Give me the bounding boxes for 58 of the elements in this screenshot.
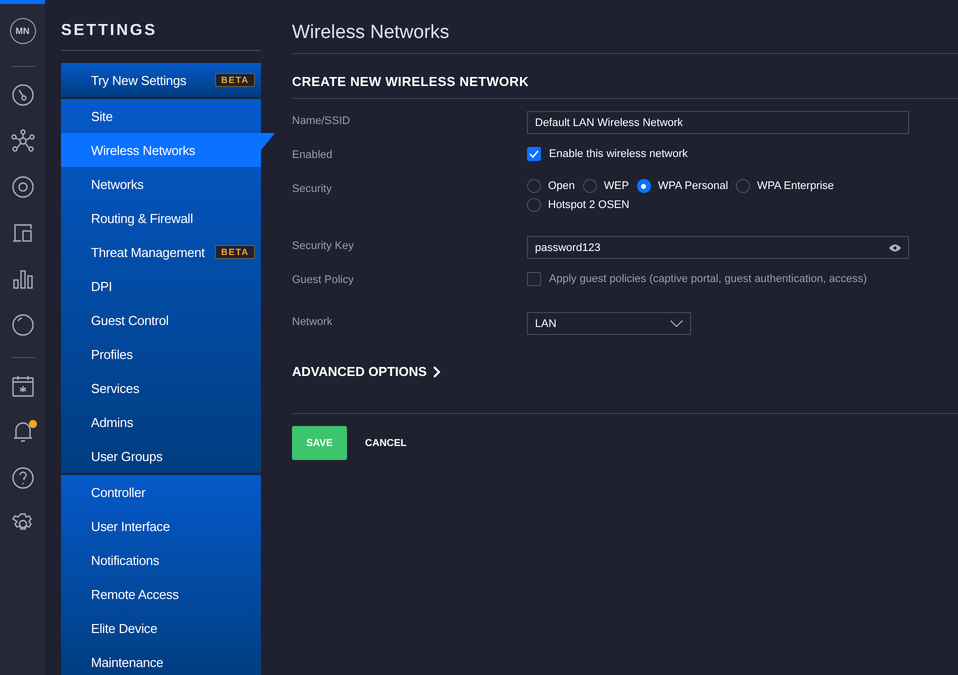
menu-item[interactable]: User Groups: [61, 439, 261, 473]
help-icon[interactable]: [10, 466, 34, 490]
radio-label: WEP: [604, 180, 629, 192]
field-label: Security Key: [292, 239, 355, 252]
radio-button[interactable]: [527, 198, 541, 212]
radio-label: Open: [548, 180, 575, 192]
menu-item[interactable]: Notifications: [61, 543, 261, 577]
menu-item[interactable]: Threat Management BETA: [61, 235, 261, 269]
menu-item[interactable]: Services: [61, 371, 261, 405]
menu-item[interactable]: Controller: [61, 475, 261, 509]
network-select[interactable]: LAN: [527, 312, 691, 335]
menu-item[interactable]: DPI: [61, 269, 261, 303]
menu-item[interactable]: Maintenance: [61, 645, 261, 675]
radio-label: Hotspot 2 OSEN: [548, 199, 630, 211]
avatar[interactable]: MN: [10, 18, 36, 44]
field-label: Name/SSID: [292, 114, 352, 127]
radio-label: WPA Enterprise: [757, 180, 834, 192]
eye-icon[interactable]: [889, 244, 901, 252]
radio-button[interactable]: [527, 179, 541, 193]
checkbox[interactable]: [527, 272, 541, 286]
gauge-icon[interactable]: [10, 83, 34, 107]
menu-item[interactable]: Admins: [61, 405, 261, 439]
calendar-icon[interactable]: [10, 374, 34, 398]
menu-item[interactable]: Remote Access: [61, 577, 261, 611]
menu-item[interactable]: Routing & Firewall: [61, 201, 261, 235]
ssid-field[interactable]: Default LAN Wireless Network: [527, 111, 909, 134]
menu-item[interactable]: Networks: [61, 167, 261, 201]
radio-button[interactable]: [736, 179, 750, 193]
security-key-field[interactable]: password123: [527, 236, 909, 259]
advanced-options-link[interactable]: ADVANCED OPTIONS: [292, 364, 958, 379]
page-title: Wireless Networks: [292, 22, 958, 54]
beta-badge: BETA: [215, 245, 255, 259]
menu-item[interactable]: Try New Settings BETA: [61, 63, 261, 97]
section-title: CREATE NEW WIRELESS NETWORK: [292, 54, 958, 99]
radio-label: WPA Personal: [658, 180, 728, 192]
checkbox-label: Enable this wireless network: [549, 148, 688, 160]
menu-item[interactable]: Guest Control: [61, 303, 261, 337]
radio-button[interactable]: [636, 179, 651, 193]
menu-item[interactable]: Site: [61, 99, 261, 133]
checkbox-label: Apply guest policies (captive portal, guest authentication, access): [549, 273, 867, 285]
network-nodes-icon[interactable]: [10, 129, 34, 153]
beta-badge: BETA: [215, 73, 255, 87]
circle-icon[interactable]: [10, 313, 34, 337]
radio-button[interactable]: [582, 179, 597, 193]
sidebar-title: SETTINGS: [61, 22, 261, 51]
chevron-right-icon: [432, 366, 441, 378]
cancel-button[interactable]: CANCEL: [353, 426, 419, 460]
chevron-down-icon: [670, 320, 683, 327]
field-label: Network: [292, 315, 334, 328]
checkbox[interactable]: [527, 147, 541, 161]
field-label: Guest Policy: [292, 273, 355, 286]
menu-item[interactable]: User Interface: [61, 509, 261, 543]
target-icon[interactable]: [10, 175, 34, 199]
menu-item[interactable]: Profiles: [61, 337, 261, 371]
selection-pointer: [261, 133, 275, 150]
field-label: Enabled: [292, 148, 334, 161]
field-label: Security: [292, 182, 333, 195]
menu-item[interactable]: Elite Device: [61, 611, 261, 645]
